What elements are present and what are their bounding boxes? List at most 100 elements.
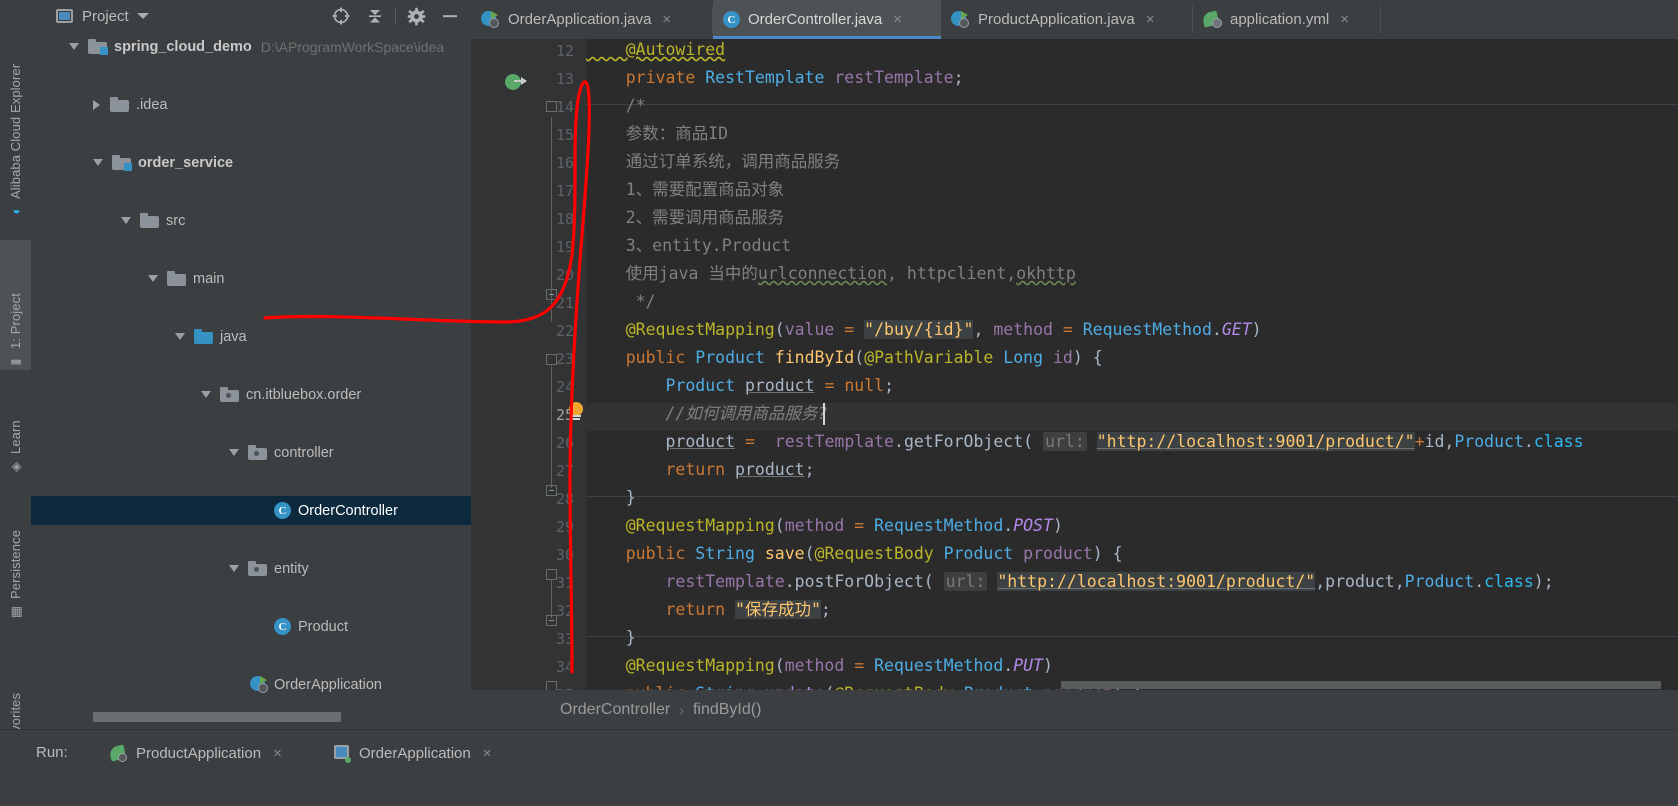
sidebar-item-alibaba-cloud-explorer[interactable]: ◖ Alibaba Cloud Explorer: [0, 30, 31, 220]
project-icon: [56, 9, 73, 23]
fold-marker[interactable]: [546, 101, 557, 112]
fold-marker-method[interactable]: [546, 569, 557, 580]
tree-item-label: controller: [274, 444, 334, 461]
code-line-30: public String save(@RequestBody Product …: [586, 544, 1123, 563]
tree-item-src-order[interactable]: src: [31, 206, 471, 235]
line-number: 19: [555, 238, 574, 256]
run-tab-product-application[interactable]: ProductApplication ×: [108, 740, 282, 766]
tree-item-order-controller[interactable]: C OrderController: [31, 496, 471, 525]
tree-item-idea[interactable]: .idea: [31, 90, 471, 119]
tab-order-controller-java[interactable]: C OrderController.java ×: [713, 0, 941, 39]
project-horizontal-scrollbar[interactable]: [93, 712, 341, 722]
no-chevron: [253, 510, 265, 511]
chevron-down-icon[interactable]: [229, 449, 239, 456]
code-line-15: 参数：商品ID: [586, 124, 729, 143]
tree-item-label: entity: [274, 560, 309, 577]
tree-item-package-entity[interactable]: entity: [31, 554, 471, 583]
line-number: 21: [555, 294, 574, 312]
tab-label: OrderController.java: [748, 11, 883, 28]
sidebar-item-label: Persistence: [8, 529, 23, 599]
sidebar-item-learn[interactable]: ◈ Learn: [0, 385, 31, 475]
editor-gutter[interactable]: 12 13 14 15 16 17 18 19 20 21 22 23 24 2…: [471, 39, 586, 717]
close-icon[interactable]: ×: [273, 745, 282, 762]
no-chevron: [253, 626, 265, 627]
breadcrumb[interactable]: OrderController › findById(): [471, 690, 1678, 729]
line-number: 23: [555, 350, 574, 368]
collapse-all-icon[interactable]: [358, 1, 392, 31]
line-number: 14: [555, 98, 574, 116]
project-panel-title: Project: [82, 7, 129, 25]
tree-item-spring-cloud-demo[interactable]: spring_cloud_demo D:\AProgramWorkSpace\i…: [31, 32, 471, 61]
breadcrumb-method[interactable]: findById(): [693, 701, 761, 719]
tree-item-product-class[interactable]: C Product: [31, 612, 471, 641]
editor-horizontal-scrollbar[interactable]: [1061, 681, 1661, 689]
run-tab-order-application[interactable]: OrderApplication ×: [333, 740, 492, 766]
method-separator: [586, 104, 1678, 105]
code-line-17: 1、需要配置商品对象: [586, 180, 785, 199]
run-bean-icon[interactable]: [505, 74, 527, 92]
tab-application-yml[interactable]: application.yml ×: [1193, 0, 1381, 39]
close-icon[interactable]: ×: [662, 11, 671, 28]
chevron-down-icon[interactable]: [69, 43, 79, 50]
method-separator: [586, 496, 1678, 497]
sidebar-item-project[interactable]: ▮ 1: Project: [0, 240, 31, 370]
tab-order-application-java[interactable]: OrderApplication.java ×: [471, 0, 713, 39]
tree-item-label: src: [166, 212, 186, 229]
close-icon[interactable]: ×: [893, 11, 902, 28]
line-number: 28: [555, 490, 574, 508]
line-number: 18: [555, 210, 574, 228]
code-line-35: public String update(@RequestBody Produc…: [586, 680, 1143, 690]
code-text-area[interactable]: @Autowired private RestTemplate restTemp…: [586, 39, 1678, 690]
chevron-right-icon[interactable]: [93, 99, 100, 110]
spring-boot-app-icon: [951, 11, 970, 28]
close-icon[interactable]: ×: [483, 745, 492, 762]
code-line-22: @RequestMapping(value = "/buy/{id}", met…: [586, 320, 1262, 339]
line-number: 27: [555, 462, 574, 480]
tree-item-label: main: [193, 270, 225, 287]
tree-item-order-application[interactable]: OrderApplication: [31, 670, 471, 699]
tree-item-java-order-main[interactable]: java: [31, 322, 471, 351]
no-chevron: [229, 684, 241, 685]
tree-item-package-order[interactable]: cn.itbluebox.order: [31, 380, 471, 409]
chevron-down-icon[interactable]: [229, 565, 239, 572]
minimize-icon[interactable]: [433, 1, 467, 31]
breadcrumb-class[interactable]: OrderController: [560, 701, 670, 719]
code-line-23: public Product findById(@PathVariable Lo…: [586, 348, 1103, 367]
gear-icon[interactable]: [399, 1, 433, 31]
tab-label: OrderApplication.java: [508, 11, 652, 28]
run-tab-label: OrderApplication: [359, 744, 471, 762]
tree-item-package-controller[interactable]: controller: [31, 438, 471, 467]
line-number: 22: [555, 322, 574, 340]
sidebar-item-persistence[interactable]: ▦ Persistence: [0, 490, 31, 620]
line-number: 15: [555, 126, 574, 144]
tab-product-application-java[interactable]: ProductApplication.java ×: [941, 0, 1193, 39]
spring-boot-app-icon: [108, 744, 128, 762]
chevron-down-icon[interactable]: [148, 275, 158, 282]
fold-marker-method[interactable]: [546, 354, 557, 365]
fold-collapse-marker[interactable]: [546, 485, 557, 496]
code-line-33: }: [586, 628, 636, 647]
fold-collapse-marker[interactable]: [546, 615, 557, 626]
line-number: 13: [555, 70, 574, 88]
tree-item-main-order[interactable]: main: [31, 264, 471, 293]
fold-collapse-marker[interactable]: [546, 289, 557, 300]
sidebar-item-label: Learn: [8, 420, 23, 454]
run-tab-label: ProductApplication: [136, 744, 262, 762]
close-icon[interactable]: ×: [1146, 11, 1155, 28]
chevron-down-icon[interactable]: [175, 333, 185, 340]
chevron-down-icon[interactable]: [136, 13, 149, 19]
java-class-icon: C: [274, 618, 291, 635]
chevron-down-icon[interactable]: [121, 217, 131, 224]
chevron-down-icon[interactable]: [201, 391, 211, 398]
tree-item-order-service[interactable]: order_service: [31, 148, 471, 177]
intention-bulb-icon[interactable]: [567, 402, 585, 422]
code-line-26: product = restTemplate.getForObject( url…: [665, 432, 1584, 451]
close-icon[interactable]: ×: [1340, 11, 1349, 28]
module-folder-icon: [112, 155, 132, 171]
chevron-down-icon[interactable]: [93, 159, 103, 166]
locate-icon[interactable]: [324, 1, 358, 31]
folder-icon: [167, 271, 186, 286]
line-number: 16: [555, 154, 574, 172]
project-tree[interactable]: spring_cloud_demo D:\AProgramWorkSpace\i…: [31, 32, 471, 712]
line-number: 20: [555, 266, 574, 284]
